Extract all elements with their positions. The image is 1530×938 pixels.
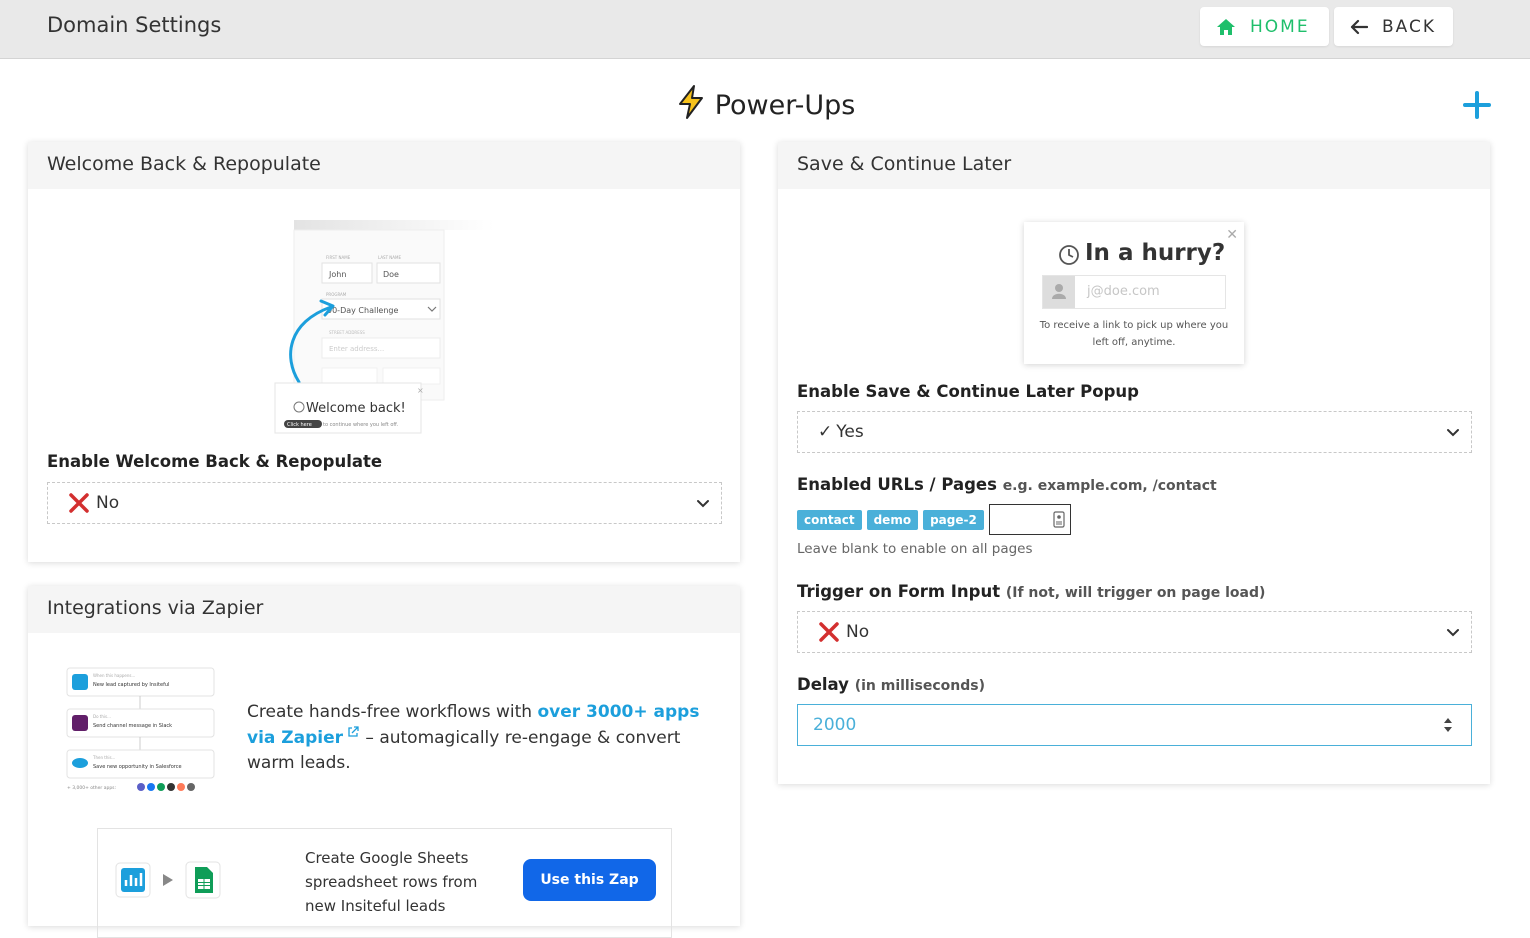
zapier-description: Create hands-free workflows with over 30… — [247, 700, 717, 776]
zapier-desc-prefix: Create hands-free workflows with — [247, 702, 538, 722]
save-popup-title: In a hurry? — [1085, 240, 1226, 266]
url-tag[interactable]: demo — [866, 509, 919, 530]
close-icon: ✕ — [1226, 227, 1238, 243]
clock-icon — [1059, 245, 1079, 265]
delay-hint: (in milliseconds) — [854, 678, 985, 694]
svg-text:×: × — [417, 386, 424, 395]
back-button[interactable]: BACK — [1334, 7, 1453, 46]
avatar — [1043, 276, 1075, 308]
insiteful-app-icon — [115, 862, 151, 898]
url-tags: contact demo page-2 — [797, 504, 1071, 535]
delay-value: 2000 — [813, 715, 857, 735]
welcome-back-card: Welcome Back & Repopulate FIRST NAME LAS… — [28, 142, 740, 562]
zap-apps — [115, 861, 221, 899]
address-placeholder: Enter address... — [329, 345, 384, 353]
zap-step2: Send channel message in Slack — [93, 723, 172, 729]
url-tag[interactable]: contact — [797, 509, 862, 530]
home-button-label: HOME — [1250, 16, 1310, 37]
last-name-value: Doe — [383, 270, 399, 279]
last-name-label: LAST NAME — [378, 255, 401, 260]
red-x-icon — [69, 493, 89, 513]
welcome-popup-text: to continue where you left off. — [323, 422, 399, 428]
number-spinner-icon[interactable] — [1443, 717, 1453, 733]
trigger-select[interactable]: No — [797, 611, 1472, 653]
save-continue-card: Save & Continue Later ✕ In a hurry? j@do… — [778, 142, 1490, 784]
welcome-back-card-title: Welcome Back & Repopulate — [28, 142, 740, 189]
play-arrow-icon — [163, 874, 173, 886]
zapier-flow-illustration: When this happens... New lead captured b… — [66, 667, 215, 791]
first-name-value: John — [328, 270, 346, 279]
delay-label: Delay (in milliseconds) — [797, 675, 985, 694]
back-button-label: BACK — [1382, 16, 1437, 37]
checkmark-icon: ✓ — [818, 422, 833, 442]
welcome-popup-button: Click here — [287, 422, 312, 428]
top-bar: Domain Settings HOME BACK — [0, 0, 1530, 59]
add-power-up-icon[interactable] — [1462, 90, 1492, 120]
enabled-urls-hint: e.g. example.com, /contact — [1002, 478, 1217, 494]
program-label: PROGRAM — [326, 292, 347, 297]
use-this-zap-button[interactable]: Use this Zap — [523, 859, 656, 901]
enable-save-popup-label: Enable Save & Continue Later Popup — [797, 382, 1139, 401]
enable-save-popup-select[interactable]: ✓ Yes — [797, 411, 1472, 453]
contact-card-icon — [1053, 511, 1065, 528]
enabled-urls-label-text: Enabled URLs / Pages — [797, 475, 997, 494]
zap-step1: New lead captured by Insiteful — [93, 682, 169, 688]
url-tag[interactable]: page-2 — [923, 509, 984, 530]
trigger-value: No — [846, 622, 870, 642]
zap-step2-caption: Do this... — [93, 714, 111, 719]
welcome-back-illustration: FIRST NAME LAST NAME John Doe PROGRAM 90… — [274, 220, 493, 434]
trigger-label: Trigger on Form Input (If not, will trig… — [797, 582, 1265, 601]
zapier-card-title: Integrations via Zapier — [28, 586, 740, 633]
delay-label-text: Delay — [797, 675, 849, 694]
delay-input[interactable]: 2000 — [797, 704, 1472, 746]
zap-step3: Save new opportunity in Salesforce — [93, 764, 182, 770]
page-title-text: Power-Ups — [714, 90, 856, 121]
first-name-label: FIRST NAME — [326, 255, 351, 260]
url-tag-input[interactable] — [988, 504, 1071, 535]
enable-welcome-back-select[interactable]: No — [47, 482, 722, 524]
program-value: 90-Day Challenge — [327, 306, 398, 315]
chevron-down-icon — [1447, 629, 1459, 637]
google-sheets-icon — [185, 861, 221, 899]
user-icon — [1052, 284, 1066, 299]
home-icon — [1217, 18, 1235, 35]
save-popup-text: To receive a link to pick up where you l… — [1039, 320, 1229, 348]
zap-step1-caption: When this happens... — [93, 673, 135, 678]
red-x-icon — [819, 622, 839, 642]
address-label: STREET ADDRESS — [329, 330, 365, 335]
zap-template-description: Create Google Sheets spreadsheet rows fr… — [305, 849, 478, 915]
urls-help-text: Leave blank to enable on all pages — [797, 541, 1033, 557]
enable-welcome-back-label: Enable Welcome Back & Repopulate — [47, 452, 383, 471]
trigger-label-text: Trigger on Form Input — [797, 582, 1001, 601]
external-link-icon[interactable] — [346, 725, 360, 739]
enable-save-popup-value: Yes — [836, 422, 864, 442]
zap-template: Create Google Sheets spreadsheet rows fr… — [97, 828, 672, 938]
save-continue-card-title: Save & Continue Later — [778, 142, 1490, 189]
save-popup-email-placeholder: j@doe.com — [1087, 284, 1160, 299]
zapier-card: Integrations via Zapier When this happen… — [28, 586, 740, 938]
arrow-left-icon — [1350, 19, 1368, 34]
chevron-down-icon — [697, 500, 709, 508]
zap-more-apps: + 3,000+ other apps: — [67, 785, 116, 791]
chevron-down-icon — [1447, 429, 1459, 437]
enabled-urls-label: Enabled URLs / Pages e.g. example.com, /… — [797, 475, 1217, 494]
page-title: Power-Ups — [0, 84, 1530, 121]
save-popup-email-field: j@doe.com — [1042, 275, 1226, 309]
trigger-hint: (If not, will trigger on page load) — [1005, 585, 1266, 601]
welcome-popup-title: Welcome back! — [306, 401, 406, 416]
save-popup-preview: ✕ In a hurry? j@doe.com To receive a lin… — [1024, 222, 1244, 364]
home-button[interactable]: HOME — [1200, 7, 1329, 46]
page-header-title: Domain Settings — [47, 13, 222, 37]
enable-welcome-back-value: No — [96, 493, 120, 513]
zap-step3-caption: Then this... — [92, 755, 115, 760]
lightning-bolt-icon — [678, 85, 703, 119]
